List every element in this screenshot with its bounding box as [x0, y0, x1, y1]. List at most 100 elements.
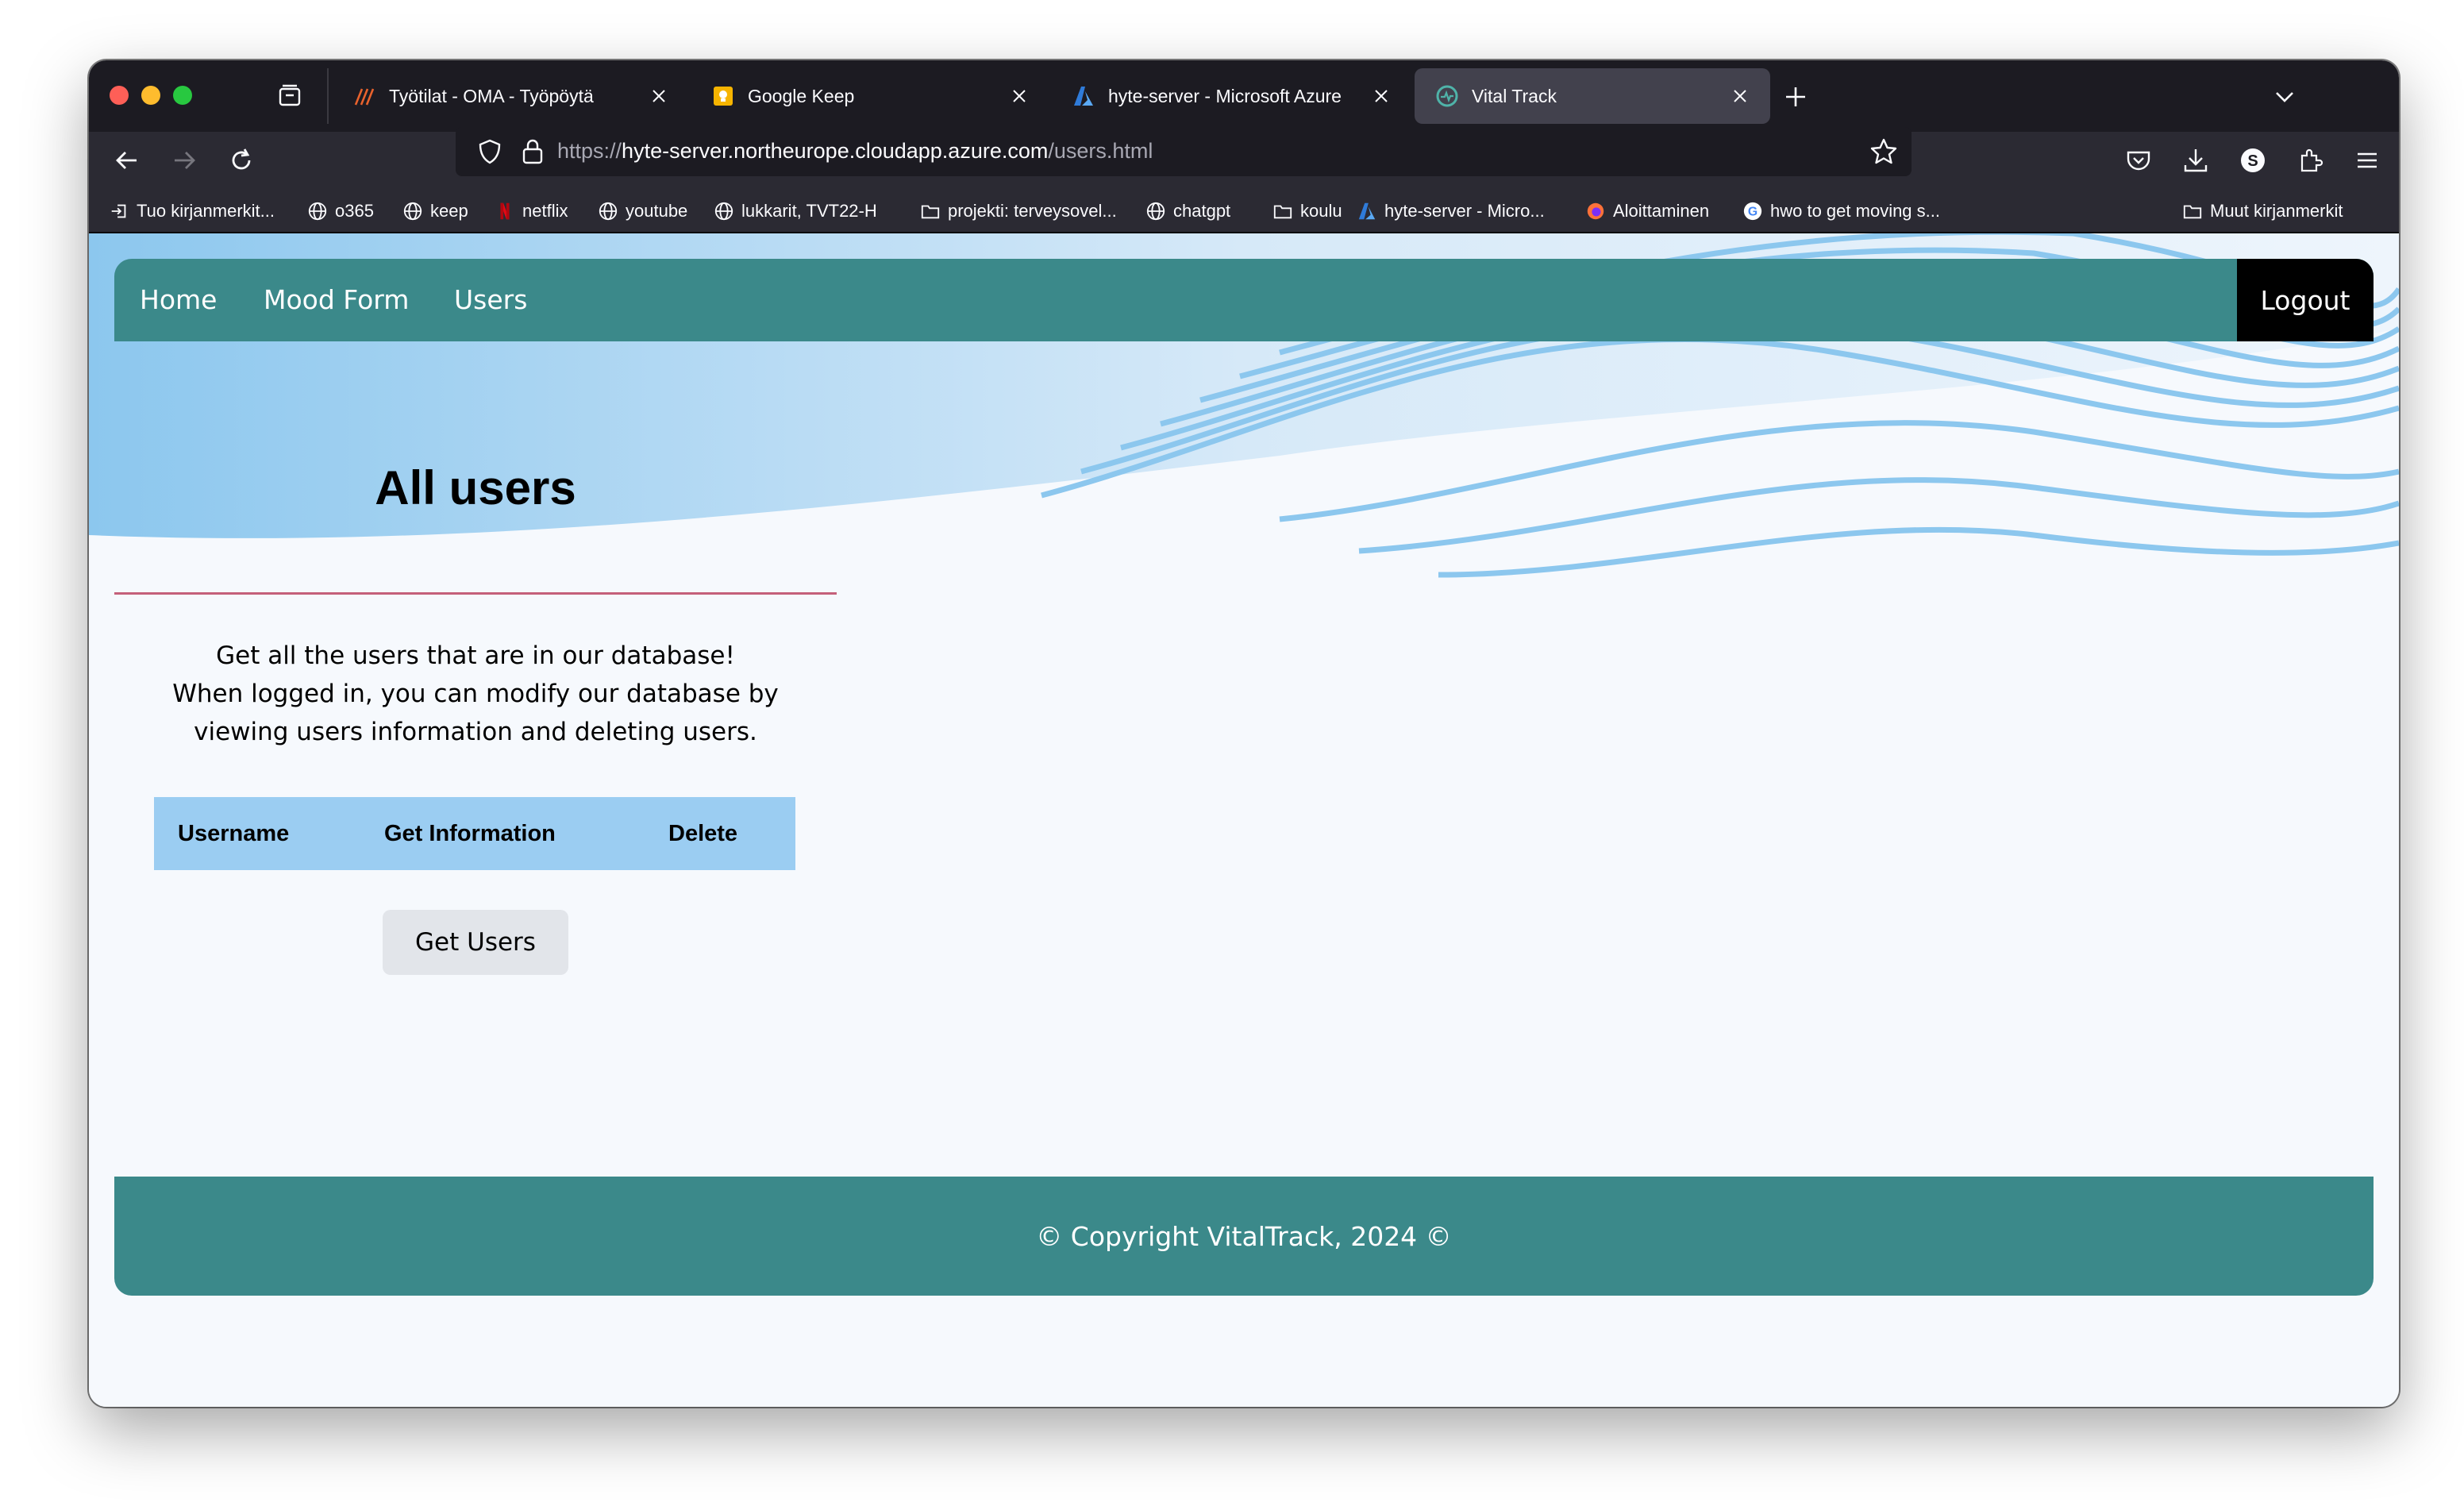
- bookmark-label: Muut kirjanmerkit: [2210, 201, 2343, 221]
- bookmark-hyte-server[interactable]: hyte-server - Micro...: [1356, 200, 1545, 222]
- column-header-delete: Delete: [668, 821, 738, 846]
- url-text[interactable]: https://hyte-server.northeurope.cloudapp…: [557, 139, 1153, 164]
- column-header-get-information: Get Information: [384, 821, 556, 846]
- globe-icon: [306, 200, 329, 222]
- bookmark-lukkarit[interactable]: lukkarit, TVT22-H: [713, 200, 877, 222]
- bookmark-chatgpt[interactable]: chatgpt: [1145, 200, 1230, 222]
- column-header-username: Username: [178, 821, 290, 846]
- title-underline: [114, 592, 837, 595]
- nav-link-home[interactable]: Home: [140, 284, 217, 315]
- bookmark-label: netflix: [522, 201, 568, 221]
- chevron-down-icon[interactable]: [2269, 81, 2300, 113]
- bookmark-label: lukkarit, TVT22-H: [741, 201, 877, 221]
- bookmark-label: projekti: terveysovel...: [948, 201, 1117, 221]
- url-path: /users.html: [1048, 139, 1153, 163]
- hamburger-menu-icon[interactable]: [2353, 146, 2381, 175]
- nav-link-mood-form[interactable]: Mood Form: [264, 284, 409, 315]
- address-bar[interactable]: https://hyte-server.northeurope.cloudapp…: [456, 127, 1912, 176]
- browser-window: Työtilat - OMA - Työpöytä Google Keep hy…: [89, 60, 2399, 1407]
- bookmark-koulu-folder[interactable]: koulu: [1272, 200, 1342, 222]
- nav-link-users[interactable]: Users: [454, 284, 527, 315]
- bookmark-label: hyte-server - Micro...: [1384, 201, 1545, 221]
- pocket-icon[interactable]: [2124, 146, 2153, 175]
- keep-favicon: [711, 84, 735, 108]
- bookmark-other-folder[interactable]: Muut kirjanmerkit: [2181, 200, 2343, 222]
- page-content: Home Mood Form Users Logout All users Ge…: [89, 233, 2399, 1407]
- bookmark-o365[interactable]: o365: [306, 200, 374, 222]
- bookmark-label: chatgpt: [1173, 201, 1231, 221]
- tab-title: Google Keep: [748, 85, 855, 106]
- bookmark-import[interactable]: Tuo kirjanmerkit...: [108, 200, 275, 222]
- close-icon[interactable]: [643, 80, 675, 112]
- back-arrow-icon[interactable]: [111, 144, 143, 176]
- users-table-header: Username Get Information Delete: [154, 797, 795, 870]
- new-tab-plus-icon[interactable]: [1780, 81, 1811, 113]
- tab-vital-track[interactable]: Vital Track: [1415, 68, 1770, 124]
- bookmark-label: Aloittaminen: [1613, 201, 1710, 221]
- vitaltrack-favicon: [1435, 84, 1459, 108]
- copyright-text: © Copyright VitalTrack, 2024 ©: [1036, 1220, 1452, 1252]
- folder-icon: [2181, 200, 2204, 222]
- svg-text:G: G: [1748, 206, 1758, 219]
- folder-icon: [919, 200, 941, 222]
- lock-icon[interactable]: [519, 137, 546, 166]
- tab-title: Vital Track: [1472, 85, 1557, 106]
- bookmark-hwo-to-get-moving[interactable]: G hwo to get moving s...: [1742, 200, 1940, 222]
- bookmark-youtube[interactable]: youtube: [597, 200, 687, 222]
- url-scheme: https://: [557, 139, 622, 163]
- bookmark-star-icon[interactable]: [1869, 137, 1899, 167]
- close-icon[interactable]: [1003, 80, 1035, 112]
- tracking-protection-shield-icon[interactable]: [476, 138, 503, 165]
- tab-title: Työtilat - OMA - Työpöytä: [389, 85, 594, 106]
- extensions-icon[interactable]: [2296, 146, 2324, 175]
- azure-icon: [1356, 200, 1378, 222]
- globe-icon: [402, 200, 424, 222]
- netflix-icon: [494, 200, 516, 222]
- tab-separator: [327, 68, 329, 124]
- bookmark-label: Tuo kirjanmerkit...: [137, 201, 275, 221]
- tab-overview-icon[interactable]: [276, 83, 303, 110]
- import-icon: [108, 200, 130, 222]
- svg-text:S: S: [2247, 152, 2258, 170]
- tab-title: hyte-server - Microsoft Azure: [1108, 85, 1342, 106]
- forward-arrow-icon[interactable]: [168, 144, 200, 176]
- intro-line: When logged in, you can modify our datab…: [172, 680, 779, 708]
- tab-google-keep[interactable]: Google Keep: [691, 68, 1049, 124]
- bookmark-label: hwo to get moving s...: [1770, 201, 1940, 221]
- bookmark-label: youtube: [626, 201, 688, 221]
- tab-strip: Työtilat - OMA - Työpöytä Google Keep hy…: [89, 60, 2399, 132]
- zoom-window-button[interactable]: [173, 86, 192, 105]
- bookmark-label: koulu: [1300, 201, 1342, 221]
- bookmark-projekti-folder[interactable]: projekti: terveysovel...: [919, 200, 1117, 222]
- url-host: hyte-server.northeurope.cloudapp.azure.c…: [622, 139, 1049, 163]
- get-users-button[interactable]: Get Users: [383, 910, 568, 975]
- azure-favicon: [1072, 84, 1095, 108]
- intro-line: viewing users information and deleting u…: [194, 718, 757, 746]
- bookmark-label: keep: [430, 201, 468, 221]
- bookmarks-toolbar: Tuo kirjanmerkit... o365 keep netflix yo…: [89, 189, 2399, 232]
- bookmark-netflix[interactable]: netflix: [494, 200, 568, 222]
- intro-line: Get all the users that are in our databa…: [216, 641, 735, 670]
- site-footer: © Copyright VitalTrack, 2024 ©: [114, 1177, 2374, 1296]
- firefox-icon: [1584, 200, 1607, 222]
- globe-icon: [1145, 200, 1167, 222]
- close-window-button[interactable]: [110, 86, 129, 105]
- account-avatar-icon[interactable]: S: [2239, 146, 2267, 175]
- logout-button[interactable]: Logout: [2237, 259, 2374, 341]
- bookmark-label: o365: [335, 201, 374, 221]
- page-title: All users: [375, 461, 576, 514]
- downloads-icon[interactable]: [2181, 146, 2210, 175]
- close-icon[interactable]: [1724, 80, 1756, 112]
- site-navbar: Home Mood Form Users Logout: [114, 259, 2374, 341]
- bookmark-keep[interactable]: keep: [402, 200, 468, 222]
- reload-icon[interactable]: [225, 144, 257, 176]
- globe-icon: [597, 200, 619, 222]
- intro-text: Get all the users that are in our databa…: [114, 637, 837, 751]
- tab-oma[interactable]: Työtilat - OMA - Työpöytä: [332, 68, 689, 124]
- bookmark-aloittaminen[interactable]: Aloittaminen: [1584, 200, 1709, 222]
- close-icon[interactable]: [1365, 80, 1397, 112]
- tab-azure[interactable]: hyte-server - Microsoft Azure: [1051, 68, 1411, 124]
- minimize-window-button[interactable]: [141, 86, 160, 105]
- oma-favicon: [352, 84, 376, 108]
- folder-icon: [1272, 200, 1294, 222]
